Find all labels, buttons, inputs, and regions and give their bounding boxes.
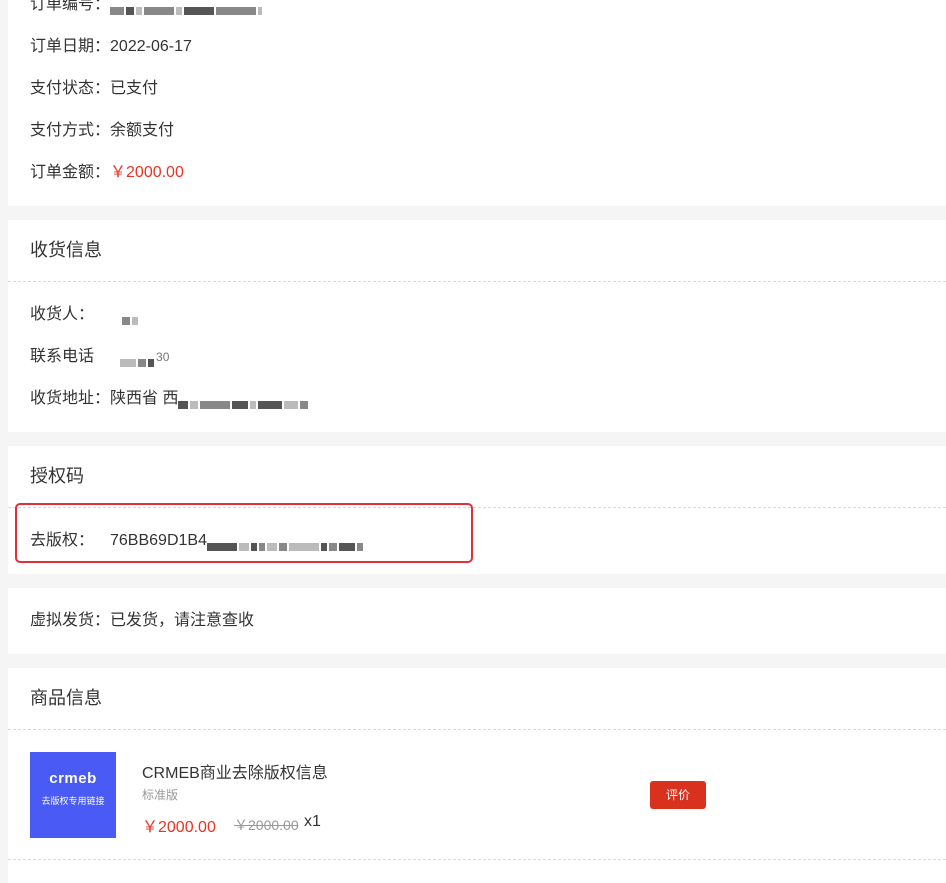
pay-method-label: 支付方式： <box>30 122 111 139</box>
product-name[interactable]: CRMEB商业去除版权信息 <box>142 759 328 783</box>
product-thumbnail[interactable]: crmeb 去版权专用链接 <box>30 752 116 838</box>
product-quantity: x1 <box>304 813 321 830</box>
pay-status-value: 已支付 <box>110 80 159 97</box>
license-section-title: 授权码 <box>30 466 84 486</box>
order-number-label: 订单编号： <box>30 0 111 13</box>
divider <box>8 859 946 860</box>
order-date-value: 2022-06-17 <box>110 38 192 55</box>
phone-row: 联系电话 30 <box>30 346 169 368</box>
shipping-section-title: 收货信息 <box>30 240 102 260</box>
virtual-delivery-value: 已发货，请注意查收 <box>110 612 255 629</box>
masked-phone <box>120 352 156 367</box>
divider <box>8 281 946 282</box>
product-spec: 标准版 <box>142 788 179 802</box>
order-amount-label: 订单金额： <box>30 164 111 181</box>
masked-receiver <box>122 310 140 325</box>
address-value: 陕西省 西 <box>110 390 179 407</box>
masked-order-number <box>110 0 264 15</box>
product-original-price: ￥2000.00 <box>234 817 299 833</box>
receiver-label: 收货人： <box>30 306 95 323</box>
virtual-delivery-row: 虚拟发货：已发货，请注意查收 <box>30 610 254 632</box>
product-info-card: 商品信息 crmeb 去版权专用链接 CRMEB商业去除版权信息 标准版 ￥20… <box>8 668 946 883</box>
product-price: ￥2000.00 <box>142 819 216 836</box>
address-row: 收货地址：陕西省 西 <box>30 388 310 410</box>
product-section-title: 商品信息 <box>30 688 102 708</box>
shipping-info-card: 收货信息 收货人： 联系电话 30 收货地址：陕西省 西 <box>8 220 946 432</box>
thumbnail-caption: 去版权专用链接 <box>41 796 105 806</box>
pay-status-label: 支付状态： <box>30 80 111 97</box>
pay-method-value: 余额支付 <box>110 122 175 139</box>
virtual-delivery-label: 虚拟发货： <box>30 612 111 629</box>
receiver-row: 收货人： <box>30 304 140 326</box>
order-date-label: 订单日期： <box>30 38 111 55</box>
order-date-row: 订单日期：2022-06-17 <box>30 36 192 58</box>
review-button[interactable]: 评价 <box>650 781 706 809</box>
crmeb-logo: crmeb <box>49 770 97 787</box>
masked-address <box>178 394 310 409</box>
phone-label: 联系电话 <box>30 348 95 365</box>
order-amount-value: ￥2000.00 <box>110 164 184 181</box>
order-info-card: 订单编号： 订单日期：2022-06-17 支付状态：已支付 支付方式：余额支付… <box>8 0 946 206</box>
virtual-delivery-card: 虚拟发货：已发货，请注意查收 <box>8 588 946 654</box>
license-highlight-box <box>15 503 473 563</box>
pay-status-row: 支付状态：已支付 <box>30 78 158 100</box>
order-amount-row: 订单金额：￥2000.00 <box>30 162 184 184</box>
pay-method-row: 支付方式：余额支付 <box>30 120 174 142</box>
order-number-row: 订单编号： <box>30 0 264 16</box>
address-label: 收货地址： <box>30 390 111 407</box>
phone-partial: 30 <box>156 350 170 364</box>
divider <box>8 729 946 730</box>
